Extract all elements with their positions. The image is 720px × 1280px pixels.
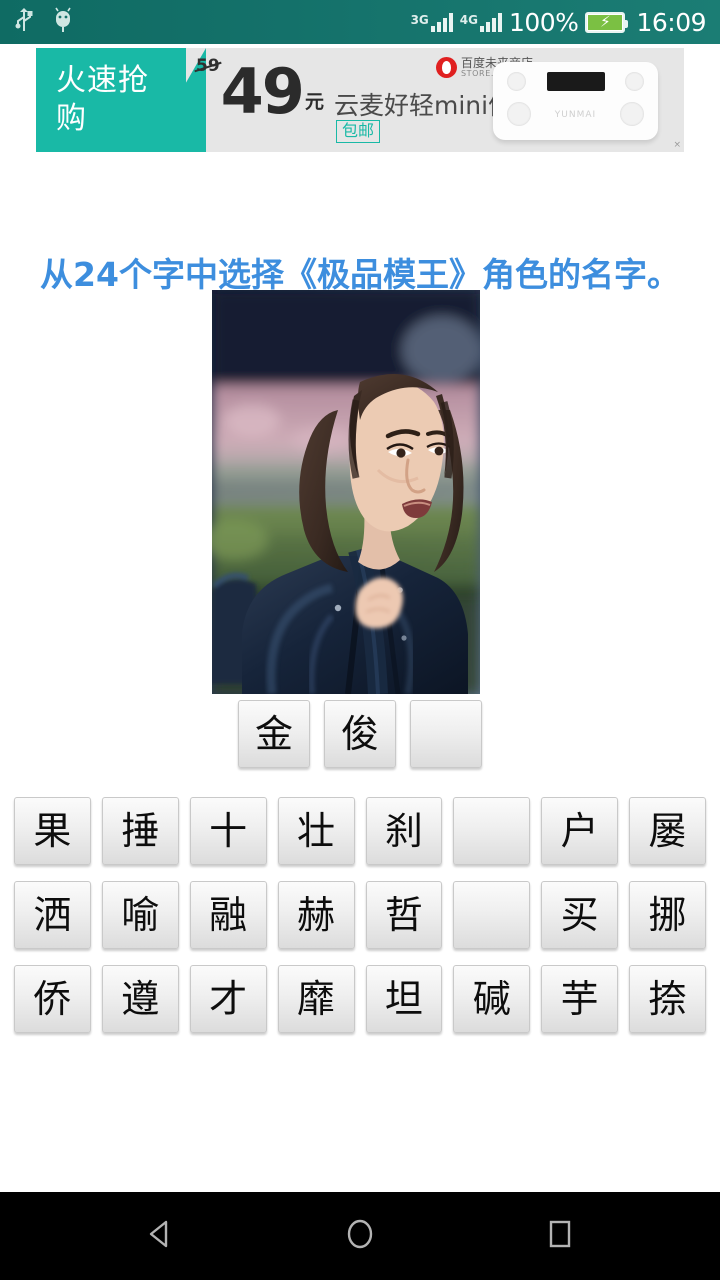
recents-button[interactable] <box>530 1206 590 1266</box>
signal-bars-icon <box>479 12 502 32</box>
character-grid-row: 侨 遵 才 靡 坦 碱 芋 捺 <box>14 965 706 1033</box>
answer-slot[interactable] <box>410 700 482 768</box>
home-button[interactable] <box>330 1206 390 1266</box>
answer-slot[interactable]: 金 <box>238 700 310 768</box>
ad-old-price: 59 <box>196 56 220 76</box>
ad-free-shipping-badge: 包邮 <box>336 120 381 143</box>
scale-sensor-icon <box>625 72 644 91</box>
character-tile[interactable]: 融 <box>189 881 267 949</box>
signal-bars-icon <box>430 12 453 32</box>
ad-close-icon[interactable]: × <box>673 140 681 150</box>
character-tile[interactable]: 屡 <box>629 797 706 865</box>
back-triangle-icon <box>143 1217 177 1255</box>
character-grid-row: 洒 喻 融 赫 哲 买 挪 <box>14 881 706 949</box>
scale-display-icon <box>546 72 605 91</box>
character-tile[interactable]: 坦 <box>365 965 443 1033</box>
answer-slot[interactable]: 俊 <box>324 700 396 768</box>
character-tile[interactable]: 果 <box>14 797 91 865</box>
ad-banner[interactable]: 火速抢购 59 49 元 云麦好轻mini体脂秤 包邮 百度未来商店 STORE… <box>36 48 684 152</box>
clock-label: 16:09 <box>636 7 706 37</box>
character-tile[interactable]: 洒 <box>14 881 91 949</box>
android-navigation-bar <box>0 1192 720 1280</box>
scale-brand-mark: YUNMAI <box>554 110 597 120</box>
status-bar-left-icons <box>14 7 74 37</box>
character-tile[interactable]: 侨 <box>14 965 91 1033</box>
character-tile[interactable]: 刹 <box>365 797 443 865</box>
answer-slots-row: 金 俊 <box>0 700 720 768</box>
question-photo <box>212 290 480 694</box>
android-debug-icon <box>52 7 74 37</box>
scale-sensor-icon <box>507 102 531 126</box>
ad-price-group: 59 49 元 <box>196 54 324 128</box>
ad-flash-sale-label: 火速抢购 <box>56 63 149 136</box>
ad-new-price: 49 <box>220 54 305 128</box>
character-tile[interactable]: 捶 <box>101 797 179 865</box>
character-tile[interactable]: 壮 <box>277 797 355 865</box>
battery-charging-icon: ⚡ <box>585 11 629 33</box>
home-circle-icon <box>343 1217 377 1255</box>
scale-sensor-icon <box>507 72 526 91</box>
ad-product-image: YUNMAI <box>493 62 658 140</box>
back-button[interactable] <box>130 1206 190 1266</box>
character-tile[interactable]: 捺 <box>629 965 706 1033</box>
recents-square-icon <box>543 1217 577 1255</box>
character-tile[interactable]: 才 <box>189 965 267 1033</box>
character-tile[interactable]: 买 <box>541 881 619 949</box>
character-tile[interactable]: 十 <box>189 797 267 865</box>
character-tile[interactable]: 遵 <box>101 965 179 1033</box>
character-tile[interactable]: 赫 <box>277 881 355 949</box>
character-tile[interactable]: 挪 <box>629 881 706 949</box>
character-tile[interactable]: 靡 <box>277 965 355 1033</box>
baidu-paw-logo-icon <box>436 57 457 78</box>
signal-sim2: 4G <box>460 12 502 32</box>
usb-icon <box>14 7 34 37</box>
character-tile[interactable]: 户 <box>541 797 619 865</box>
character-tile[interactable]: 哲 <box>365 881 443 949</box>
status-bar: 3G 4G 100% ⚡ 16:09 <box>0 0 720 44</box>
ad-currency-unit: 元 <box>304 91 324 113</box>
page-title: 从24个字中选择《极品模王》角色的名字。 <box>40 255 680 294</box>
character-grid-row: 果 捶 十 壮 刹 户 屡 <box>14 797 706 865</box>
character-tile[interactable]: 碱 <box>453 965 531 1033</box>
character-grid: 果 捶 十 壮 刹 户 屡 洒 喻 融 赫 哲 买 挪 侨 遵 才 靡 坦 碱 … <box>14 797 706 1033</box>
signal-sim1: 3G <box>411 12 453 32</box>
battery-percent-label: 100% <box>508 7 579 37</box>
sim1-network-label: 3G <box>410 13 429 27</box>
character-tile-empty[interactable] <box>453 881 531 949</box>
sim2-network-label: 4G <box>459 13 478 27</box>
status-bar-right-icons: 3G 4G 100% ⚡ 16:09 <box>411 7 707 37</box>
character-tile[interactable]: 喻 <box>101 881 179 949</box>
character-tile[interactable]: 芋 <box>541 965 619 1033</box>
character-tile-empty[interactable] <box>453 797 531 865</box>
scale-sensor-icon <box>620 102 644 126</box>
